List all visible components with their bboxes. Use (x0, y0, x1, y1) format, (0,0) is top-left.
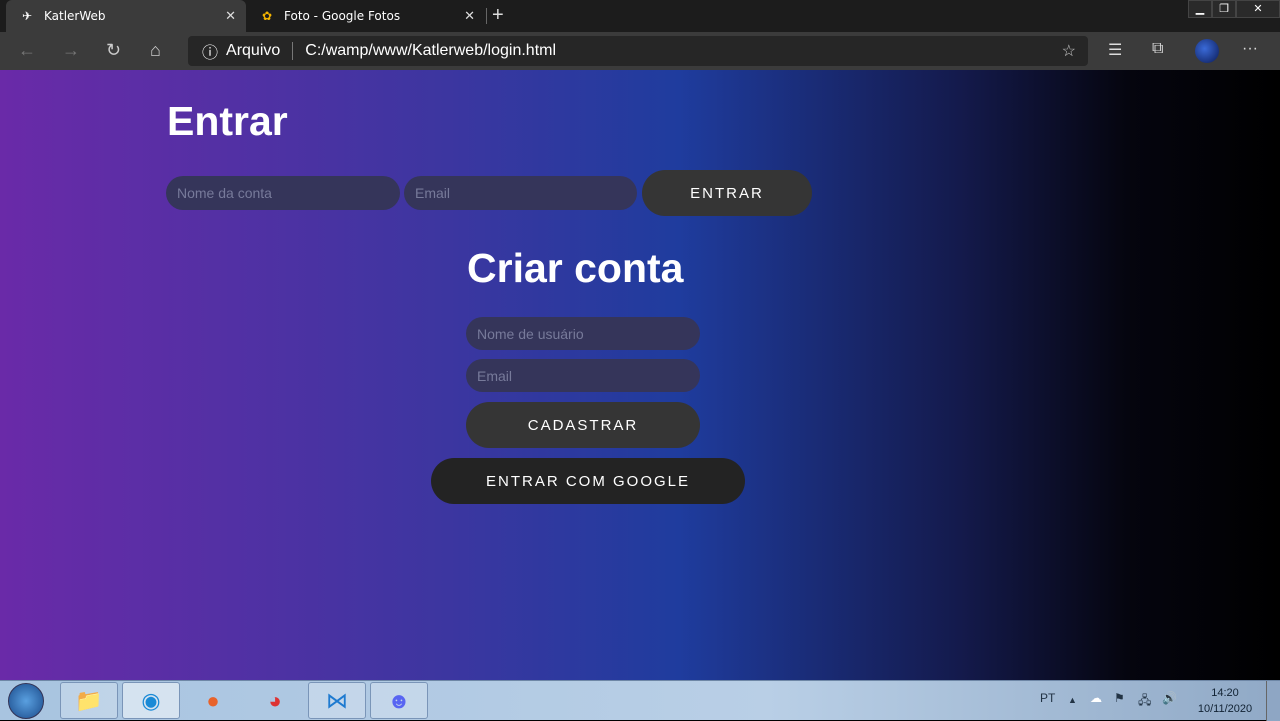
volume-icon[interactable]: 🔊 (1162, 691, 1177, 705)
discord-icon[interactable]: ☻ (370, 682, 428, 719)
firefox-icon[interactable]: ● (184, 682, 242, 719)
address-divider (292, 42, 294, 60)
signup-title: Criar conta (467, 245, 684, 291)
login-title: Entrar (167, 98, 288, 144)
google-login-button[interactable]: ENTRAR COM GOOGLE (431, 458, 745, 504)
network-icon[interactable]: 🖧 (1138, 691, 1151, 712)
date: 10/11/2020 (1197, 703, 1253, 715)
close-tab-icon[interactable]: ✕ (225, 9, 236, 24)
collections-icon[interactable]: ⧉ (1152, 40, 1163, 58)
signup-email-input[interactable] (466, 359, 700, 392)
taskbar: 📁 ◉ ● ◕ ⋈ ☻ PT ▲ ☁ ⚑ 🖧 🔊 14:20 10/11/202… (0, 680, 1280, 721)
clock[interactable]: 14:20 10/11/2020 (1190, 685, 1260, 717)
login-page: Entrar ENTRAR Criar conta CADASTRAR ENTR… (0, 70, 1280, 680)
google-photos-icon: ✿ (261, 9, 273, 23)
info-icon[interactable]: ⓘ (202, 39, 218, 63)
browser-toolbar: ← → ↻ ⌂ ⓘ Arquivo C:/wamp/www/Katlerweb/… (0, 32, 1280, 70)
close-window-button[interactable]: ✕ (1236, 0, 1280, 18)
start-button[interactable] (8, 683, 44, 719)
url-text[interactable]: C:/wamp/www/Katlerweb/login.html (305, 42, 556, 60)
forward-button[interactable]: → (62, 40, 80, 61)
minimize-button[interactable]: ▁ (1188, 0, 1212, 18)
time: 14:20 (1211, 687, 1239, 699)
close-tab-icon[interactable]: ✕ (464, 9, 475, 24)
paper-plane-icon: ✈ (21, 9, 33, 23)
onedrive-icon[interactable]: ☁ (1090, 691, 1102, 705)
username-input[interactable] (466, 317, 700, 350)
login-button[interactable]: ENTRAR (642, 170, 812, 216)
file-explorer-icon[interactable]: 📁 (60, 682, 118, 719)
language-indicator[interactable]: PT (1040, 691, 1055, 705)
account-name-input[interactable] (166, 176, 400, 210)
tab-title: Foto - Google Fotos (284, 9, 401, 23)
login-email-input[interactable] (404, 176, 637, 210)
edge-icon[interactable]: ◉ (122, 682, 180, 719)
tab-katlerweb[interactable]: ✈ KatlerWeb ✕ (6, 0, 246, 32)
more-menu-icon[interactable]: ··· (1242, 40, 1258, 58)
security-label: Arquivo (226, 42, 281, 59)
favorite-star-icon[interactable]: ☆ (1062, 41, 1076, 61)
tab-bar: ✈ KatlerWeb ✕ ✿ Foto - Google Fotos ✕ + … (0, 0, 1280, 32)
back-button[interactable]: ← (18, 40, 36, 61)
chrome-icon[interactable]: ◕ (246, 682, 304, 719)
show-hidden-icons[interactable]: ▲ (1068, 695, 1077, 705)
tab-divider (486, 8, 487, 24)
new-tab-button[interactable]: + (492, 4, 504, 27)
tab-google-photos[interactable]: ✿ Foto - Google Fotos ✕ (250, 0, 485, 32)
show-desktop-button[interactable] (1266, 681, 1280, 721)
action-center-flag-icon[interactable]: ⚑ (1114, 691, 1125, 705)
refresh-button[interactable]: ↻ (106, 40, 121, 61)
home-button[interactable]: ⌂ (150, 40, 161, 61)
favorites-icon[interactable]: ☰ (1108, 40, 1122, 60)
restore-button[interactable]: ❐ (1212, 0, 1236, 18)
address-bar[interactable]: ⓘ Arquivo C:/wamp/www/Katlerweb/login.ht… (188, 36, 1088, 66)
tab-title: KatlerWeb (44, 9, 106, 23)
vscode-icon[interactable]: ⋈ (308, 682, 366, 719)
signup-button[interactable]: CADASTRAR (466, 402, 700, 448)
profile-avatar[interactable] (1195, 39, 1219, 63)
